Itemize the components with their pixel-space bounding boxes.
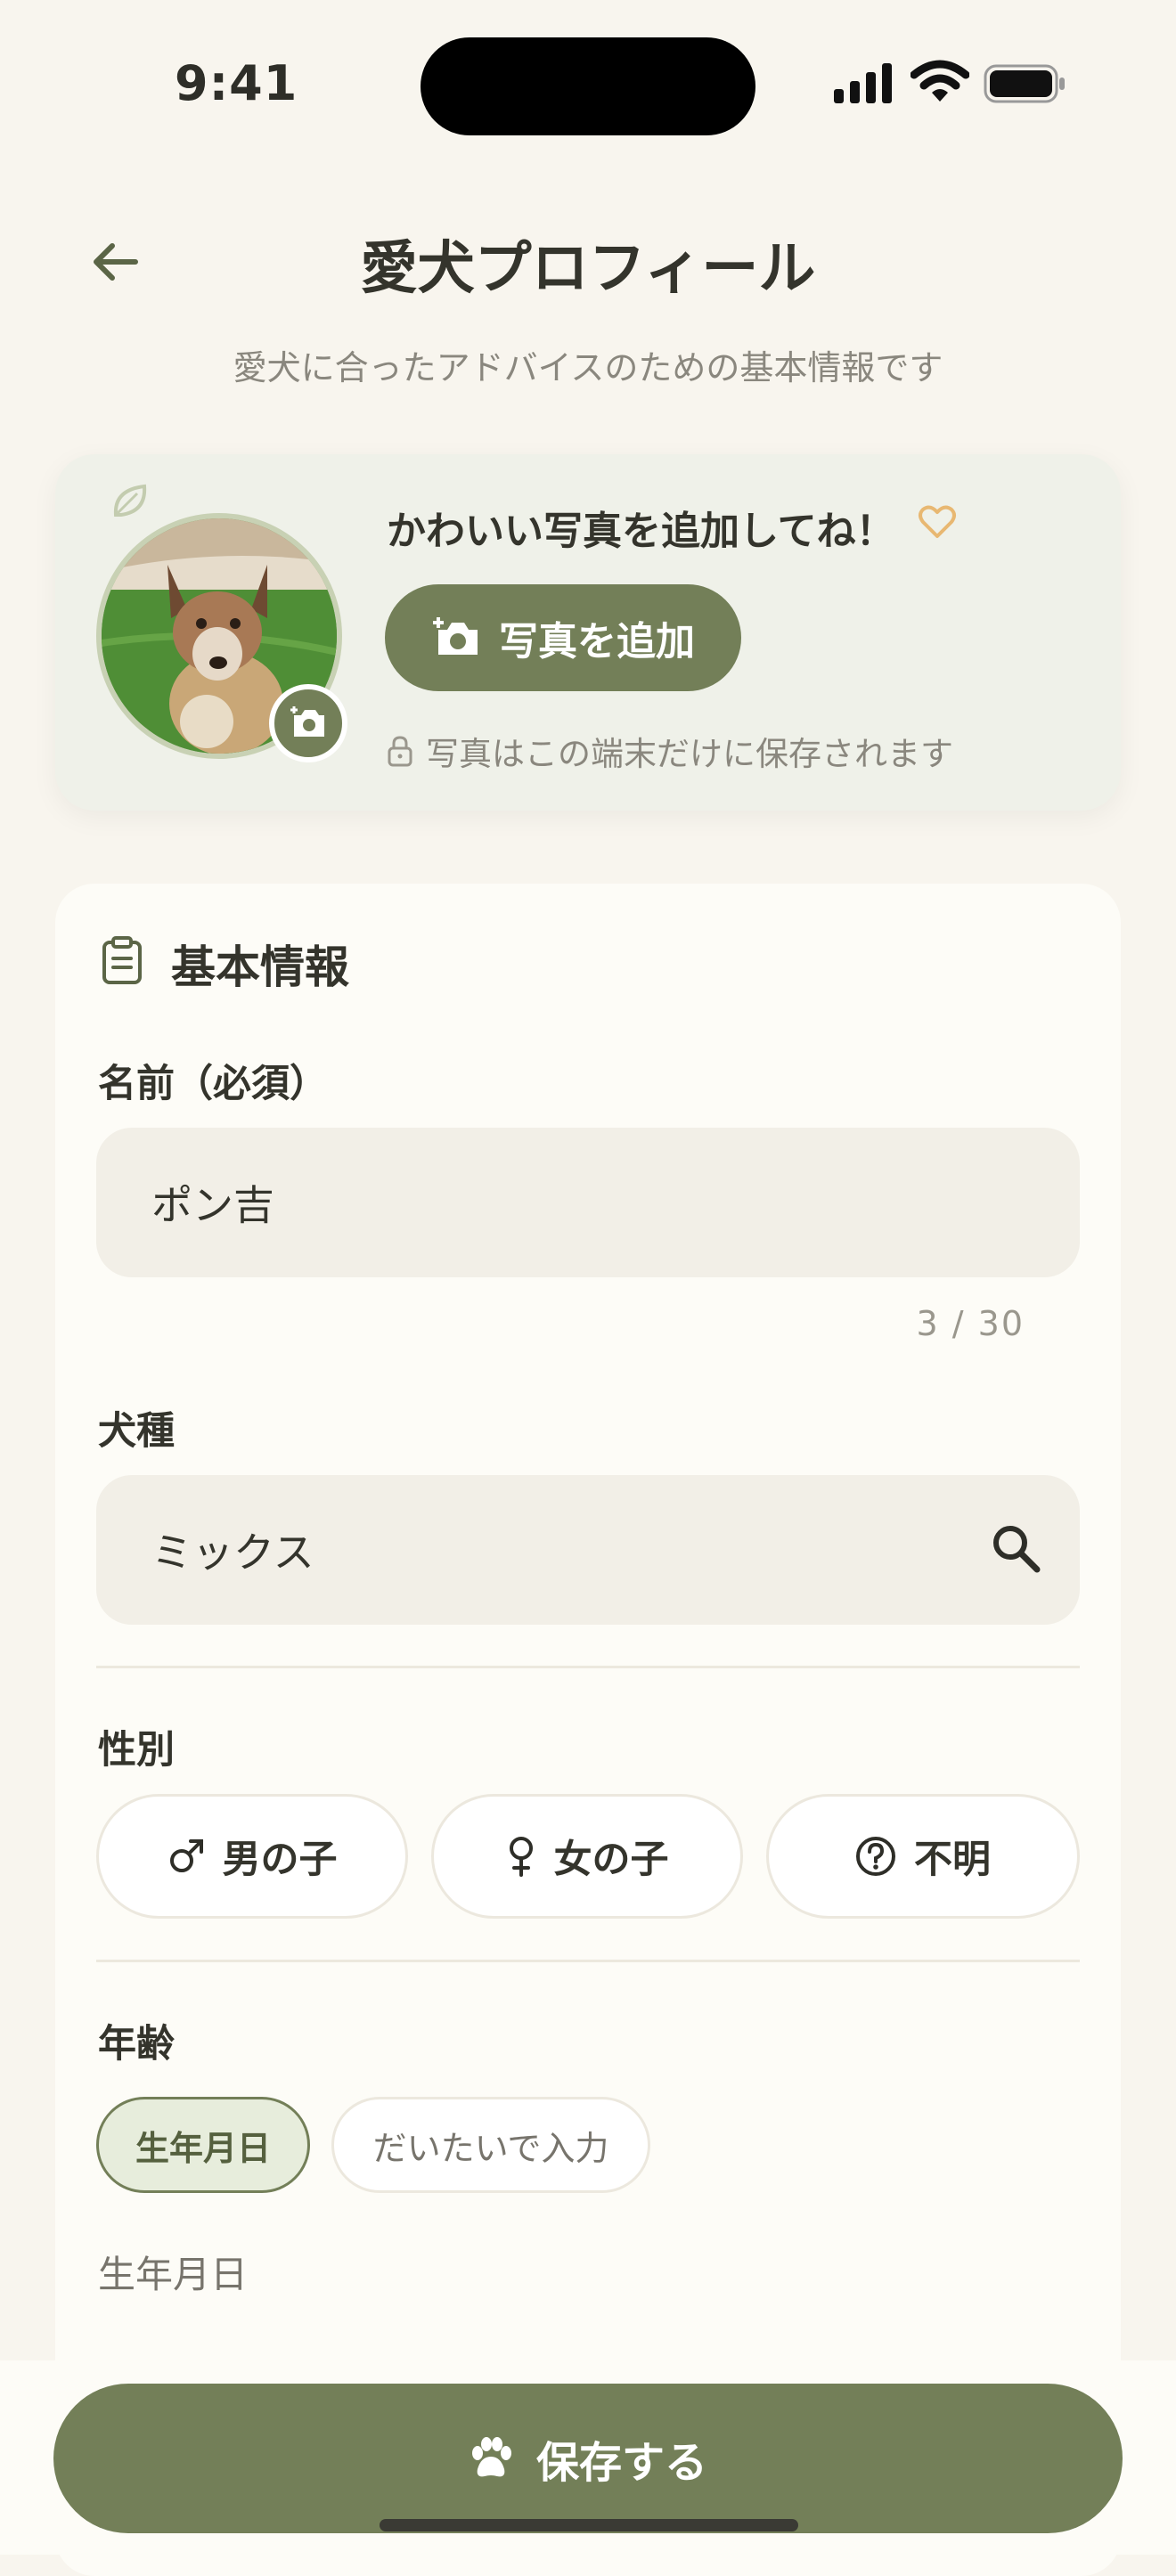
battery-icon — [984, 64, 1065, 103]
privacy-note: 写真はこの端末だけに保存されます — [387, 727, 953, 775]
heart-icon — [919, 505, 956, 538]
male-icon — [169, 1839, 203, 1872]
age-mode-approx[interactable]: だいたいで入力 — [331, 2097, 650, 2193]
page-title: 愛犬プロフィール — [360, 236, 816, 302]
save-label: 保存する — [535, 2438, 707, 2488]
name-input-value: ポン吉 — [151, 1181, 274, 1229]
save-button[interactable]: 保存する — [53, 2384, 1123, 2533]
cellular-signal-icon — [834, 63, 892, 103]
question-icon — [856, 1837, 895, 1876]
add-photo-label: 写真を追加 — [499, 619, 695, 664]
dynamic-island — [421, 37, 755, 135]
sex-option-unknown[interactable]: 不明 — [766, 1794, 1080, 1919]
breed-input[interactable]: ミックス — [96, 1475, 1080, 1625]
leaf-icon — [113, 484, 147, 517]
lock-icon — [388, 736, 412, 767]
photo-card-heading: かわいい写真を追加してね！ — [387, 509, 895, 554]
sex-option-female[interactable]: 女の子 — [431, 1794, 743, 1919]
page-subtitle: 愛犬に合ったアドバイスのための基本情報です — [233, 348, 943, 387]
female-icon — [509, 1837, 533, 1877]
change-photo-button[interactable] — [269, 684, 347, 762]
breed-input-value: ミックス — [151, 1528, 314, 1577]
sex-option-label: 不明 — [914, 1838, 991, 1882]
sex-option-label: 男の子 — [222, 1838, 338, 1882]
sex-option-male[interactable]: 男の子 — [96, 1794, 408, 1919]
home-indicator — [380, 2519, 798, 2531]
divider — [96, 1666, 1080, 1668]
status-time: 9:41 — [175, 55, 298, 111]
add-photo-button[interactable]: 写真を追加 — [385, 584, 741, 691]
section-title: 基本情報 — [171, 942, 349, 993]
camera-plus-icon — [433, 617, 478, 655]
age-mode-birthdate[interactable]: 生年月日 — [96, 2097, 310, 2193]
breed-label: 犬種 — [98, 1409, 175, 1454]
age-label: 年齢 — [98, 2022, 175, 2067]
camera-icon — [290, 706, 324, 737]
sex-label: 性別 — [98, 1728, 175, 1773]
divider — [96, 1960, 1080, 1962]
name-char-counter: 3 / 30 — [916, 1304, 1025, 1343]
sex-option-label: 女の子 — [553, 1838, 669, 1882]
privacy-text: 写真はこの端末だけに保存されます — [426, 735, 953, 773]
wifi-icon — [911, 60, 969, 102]
clipboard-icon — [102, 936, 142, 984]
birthdate-label: 生年月日 — [98, 2253, 249, 2296]
name-label: 名前（必須） — [98, 1062, 328, 1106]
paw-icon — [471, 2437, 511, 2477]
search-icon[interactable] — [989, 1521, 1042, 1575]
name-input[interactable]: ポン吉 — [96, 1128, 1080, 1277]
